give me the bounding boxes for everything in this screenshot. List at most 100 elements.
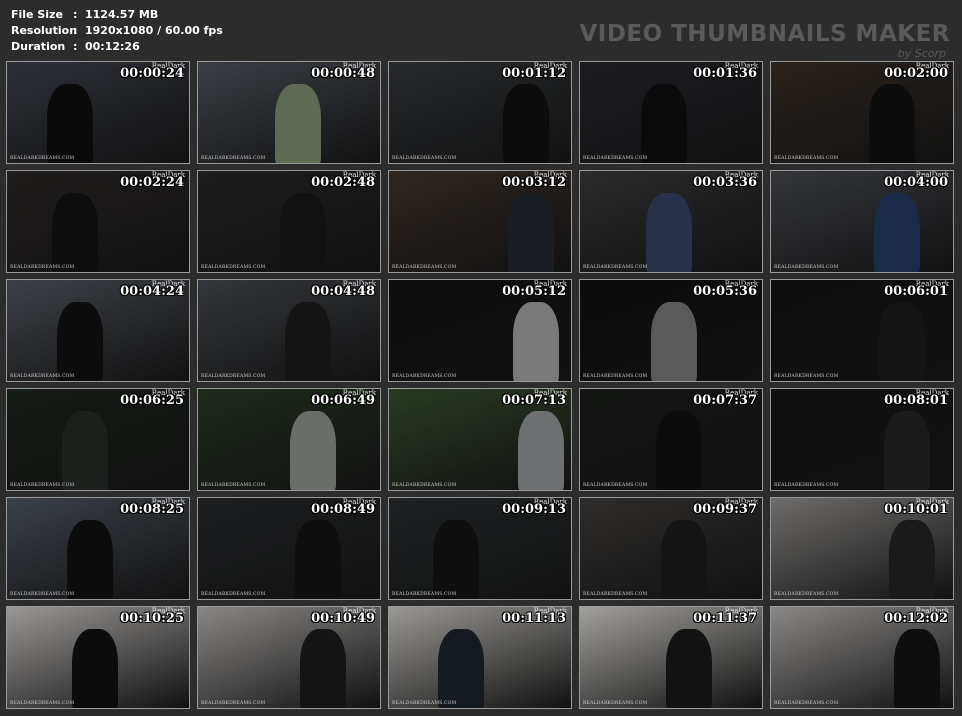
- video-thumbnail[interactable]: RealDark 00:04:00 REALDARKDREAMS.COM: [770, 170, 954, 273]
- thumbnail-figure: [72, 629, 118, 708]
- file-size-row: File Size : 1124.57 MB: [11, 7, 223, 23]
- thumbnail-figure: [518, 411, 564, 490]
- video-thumbnail[interactable]: RealDark 00:04:24 REALDARKDREAMS.COM: [6, 279, 190, 382]
- watermark-bottom: REALDARKDREAMS.COM: [10, 156, 75, 161]
- watermark-bottom: REALDARKDREAMS.COM: [392, 374, 457, 379]
- video-thumbnail[interactable]: RealDark 00:10:25 REALDARKDREAMS.COM: [6, 606, 190, 709]
- video-thumbnail[interactable]: RealDark 00:06:49 REALDARKDREAMS.COM: [197, 388, 381, 491]
- watermark-bottom: REALDARKDREAMS.COM: [583, 265, 648, 270]
- thumbnail-timestamp: 00:11:37: [693, 611, 757, 626]
- thumbnail-timestamp: 00:09:37: [693, 502, 757, 517]
- watermark-bottom: REALDARKDREAMS.COM: [392, 156, 457, 161]
- brand-watermark: VIDEO THUMBNAILS MAKER by Scorp: [579, 20, 950, 60]
- watermark-bottom: REALDARKDREAMS.COM: [392, 701, 457, 706]
- thumbnail-figure: [62, 411, 108, 490]
- watermark-bottom: REALDARKDREAMS.COM: [10, 483, 75, 488]
- thumbnail-figure: [280, 193, 326, 272]
- video-thumbnail[interactable]: RealDark 00:02:00 REALDARKDREAMS.COM: [770, 61, 954, 164]
- thumbnail-figure: [508, 193, 554, 272]
- video-thumbnail[interactable]: RealDark 00:01:36 REALDARKDREAMS.COM: [579, 61, 763, 164]
- thumbnail-timestamp: 00:08:25: [120, 502, 184, 517]
- video-thumbnail[interactable]: RealDark 00:09:13 REALDARKDREAMS.COM: [388, 497, 572, 600]
- thumbnail-figure: [433, 520, 479, 599]
- video-thumbnail[interactable]: RealDark 00:10:01 REALDARKDREAMS.COM: [770, 497, 954, 600]
- thumbnail-figure: [290, 411, 336, 490]
- resolution-row: Resolution : 1920x1080 / 60.00 fps: [11, 23, 223, 39]
- file-size-value: 1124.57 MB: [85, 8, 159, 21]
- thumbnail-figure: [889, 520, 935, 599]
- watermark-bottom: REALDARKDREAMS.COM: [774, 592, 839, 597]
- duration-sep: :: [73, 40, 78, 53]
- thumbnail-figure: [300, 629, 346, 708]
- video-thumbnail[interactable]: RealDark 00:06:01 REALDARKDREAMS.COM: [770, 279, 954, 382]
- thumbnail-figure: [874, 193, 920, 272]
- watermark-bottom: REALDARKDREAMS.COM: [583, 374, 648, 379]
- thumbnail-figure: [656, 411, 702, 490]
- thumbnail-timestamp: 00:04:00: [884, 175, 948, 190]
- thumbnail-figure: [884, 411, 930, 490]
- watermark-bottom: REALDARKDREAMS.COM: [392, 483, 457, 488]
- video-thumbnail[interactable]: RealDark 00:05:12 REALDARKDREAMS.COM: [388, 279, 572, 382]
- video-thumbnail[interactable]: RealDark 00:02:24 REALDARKDREAMS.COM: [6, 170, 190, 273]
- thumbnail-figure: [57, 302, 103, 381]
- thumbnail-timestamp: 00:02:00: [884, 66, 948, 81]
- file-size-label: File Size: [11, 8, 63, 21]
- thumbnail-timestamp: 00:04:24: [120, 284, 184, 299]
- resolution-value: 1920x1080 / 60.00 fps: [85, 24, 223, 37]
- video-thumbnail[interactable]: RealDark 00:06:25 REALDARKDREAMS.COM: [6, 388, 190, 491]
- thumbnail-timestamp: 00:07:13: [502, 393, 566, 408]
- thumbnail-figure: [275, 84, 321, 163]
- video-thumbnail[interactable]: RealDark 00:00:24 REALDARKDREAMS.COM: [6, 61, 190, 164]
- watermark-bottom: REALDARKDREAMS.COM: [10, 265, 75, 270]
- watermark-bottom: REALDARKDREAMS.COM: [10, 701, 75, 706]
- watermark-bottom: REALDARKDREAMS.COM: [10, 592, 75, 597]
- video-thumbnail[interactable]: RealDark 00:08:49 REALDARKDREAMS.COM: [197, 497, 381, 600]
- thumbnail-figure: [503, 84, 549, 163]
- duration-value: 00:12:26: [85, 40, 140, 53]
- thumbnail-timestamp: 00:04:48: [311, 284, 375, 299]
- video-thumbnail[interactable]: RealDark 00:02:48 REALDARKDREAMS.COM: [197, 170, 381, 273]
- video-thumbnail[interactable]: RealDark 00:11:37 REALDARKDREAMS.COM: [579, 606, 763, 709]
- resolution-label: Resolution: [11, 24, 78, 37]
- thumbnail-timestamp: 00:05:12: [502, 284, 566, 299]
- thumbnail-figure: [869, 84, 915, 163]
- watermark-bottom: REALDARKDREAMS.COM: [392, 592, 457, 597]
- watermark-bottom: REALDARKDREAMS.COM: [201, 701, 266, 706]
- thumbnail-timestamp: 00:01:36: [693, 66, 757, 81]
- watermark-bottom: REALDARKDREAMS.COM: [583, 156, 648, 161]
- thumbnail-figure: [67, 520, 113, 599]
- thumbnail-timestamp: 00:00:24: [120, 66, 184, 81]
- thumbnail-figure: [295, 520, 341, 599]
- brand-title: VIDEO THUMBNAILS MAKER: [579, 21, 950, 47]
- video-thumbnail[interactable]: RealDark 00:07:13 REALDARKDREAMS.COM: [388, 388, 572, 491]
- watermark-bottom: REALDARKDREAMS.COM: [201, 374, 266, 379]
- thumbnail-figure: [666, 629, 712, 708]
- video-thumbnail[interactable]: RealDark 00:04:48 REALDARKDREAMS.COM: [197, 279, 381, 382]
- video-thumbnail[interactable]: RealDark 00:10:49 REALDARKDREAMS.COM: [197, 606, 381, 709]
- thumbnail-timestamp: 00:10:01: [884, 502, 948, 517]
- thumbnail-timestamp: 00:10:49: [311, 611, 375, 626]
- thumbnail-timestamp: 00:03:12: [502, 175, 566, 190]
- video-thumbnail[interactable]: RealDark 00:01:12 REALDARKDREAMS.COM: [388, 61, 572, 164]
- video-thumbnail[interactable]: RealDark 00:07:37 REALDARKDREAMS.COM: [579, 388, 763, 491]
- video-thumbnail[interactable]: RealDark 00:00:48 REALDARKDREAMS.COM: [197, 61, 381, 164]
- video-thumbnail[interactable]: RealDark 00:03:12 REALDARKDREAMS.COM: [388, 170, 572, 273]
- video-thumbnail[interactable]: RealDark 00:12:02 REALDARKDREAMS.COM: [770, 606, 954, 709]
- video-thumbnail[interactable]: RealDark 00:09:37 REALDARKDREAMS.COM: [579, 497, 763, 600]
- watermark-bottom: REALDARKDREAMS.COM: [774, 374, 839, 379]
- video-thumbnail[interactable]: RealDark 00:08:01 REALDARKDREAMS.COM: [770, 388, 954, 491]
- video-thumbnail[interactable]: RealDark 00:05:36 REALDARKDREAMS.COM: [579, 279, 763, 382]
- video-thumbnail[interactable]: RealDark 00:08:25 REALDARKDREAMS.COM: [6, 497, 190, 600]
- thumbnail-figure: [52, 193, 98, 272]
- watermark-bottom: REALDARKDREAMS.COM: [201, 265, 266, 270]
- watermark-bottom: REALDARKDREAMS.COM: [774, 701, 839, 706]
- watermark-bottom: REALDARKDREAMS.COM: [774, 156, 839, 161]
- watermark-bottom: REALDARKDREAMS.COM: [774, 265, 839, 270]
- file-info-panel: File Size : 1124.57 MB Resolution : 1920…: [11, 7, 223, 55]
- video-thumbnail[interactable]: RealDark 00:11:13 REALDARKDREAMS.COM: [388, 606, 572, 709]
- thumbnail-timestamp: 00:06:25: [120, 393, 184, 408]
- thumbnail-timestamp: 00:02:24: [120, 175, 184, 190]
- watermark-bottom: REALDARKDREAMS.COM: [583, 592, 648, 597]
- thumbnail-figure: [894, 629, 940, 708]
- video-thumbnail[interactable]: RealDark 00:03:36 REALDARKDREAMS.COM: [579, 170, 763, 273]
